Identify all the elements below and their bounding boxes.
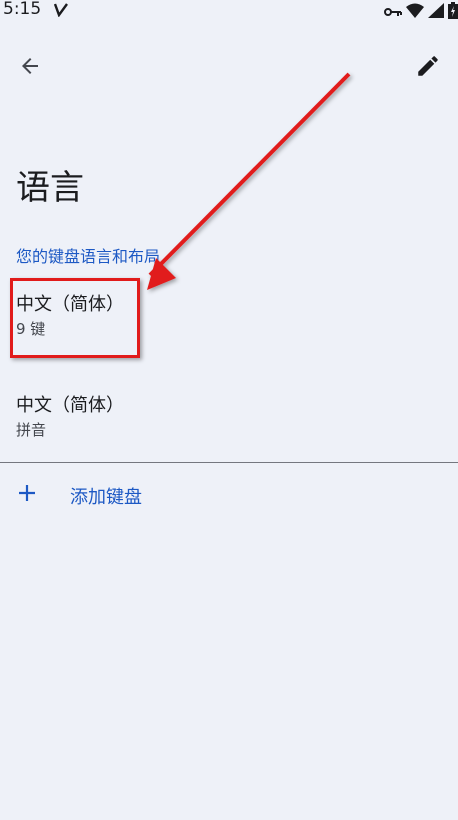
keyboard-item-chinese-pinyin[interactable]: 中文（简体） 拼音 <box>0 383 458 447</box>
battery-charging-icon <box>448 2 458 23</box>
status-bar: 5:15 <box>0 0 458 22</box>
annotation-highlight-box <box>10 278 140 358</box>
page-title: 语言 <box>16 168 84 208</box>
divider <box>0 462 458 463</box>
keyboard-item-title: 中文（简体） <box>16 395 124 416</box>
carrier-logo-icon <box>53 2 68 21</box>
pencil-edit-icon <box>418 56 438 76</box>
add-keyboard-label: 添加键盘 <box>70 487 142 508</box>
status-icons <box>384 2 458 23</box>
arrow-back-icon <box>22 58 38 74</box>
plus-icon <box>16 482 38 504</box>
back-button[interactable] <box>14 50 46 82</box>
vpn-key-icon <box>384 3 402 22</box>
app-bar <box>0 40 458 90</box>
wifi-icon <box>406 3 424 22</box>
edit-button[interactable] <box>412 50 444 82</box>
add-keyboard-button[interactable]: 添加键盘 <box>0 474 458 518</box>
signal-icon <box>428 3 444 22</box>
keyboard-item-subtitle: 拼音 <box>16 421 47 439</box>
section-header: 您的键盘语言和布局 <box>16 247 161 266</box>
status-time: 5:15 <box>3 0 42 19</box>
